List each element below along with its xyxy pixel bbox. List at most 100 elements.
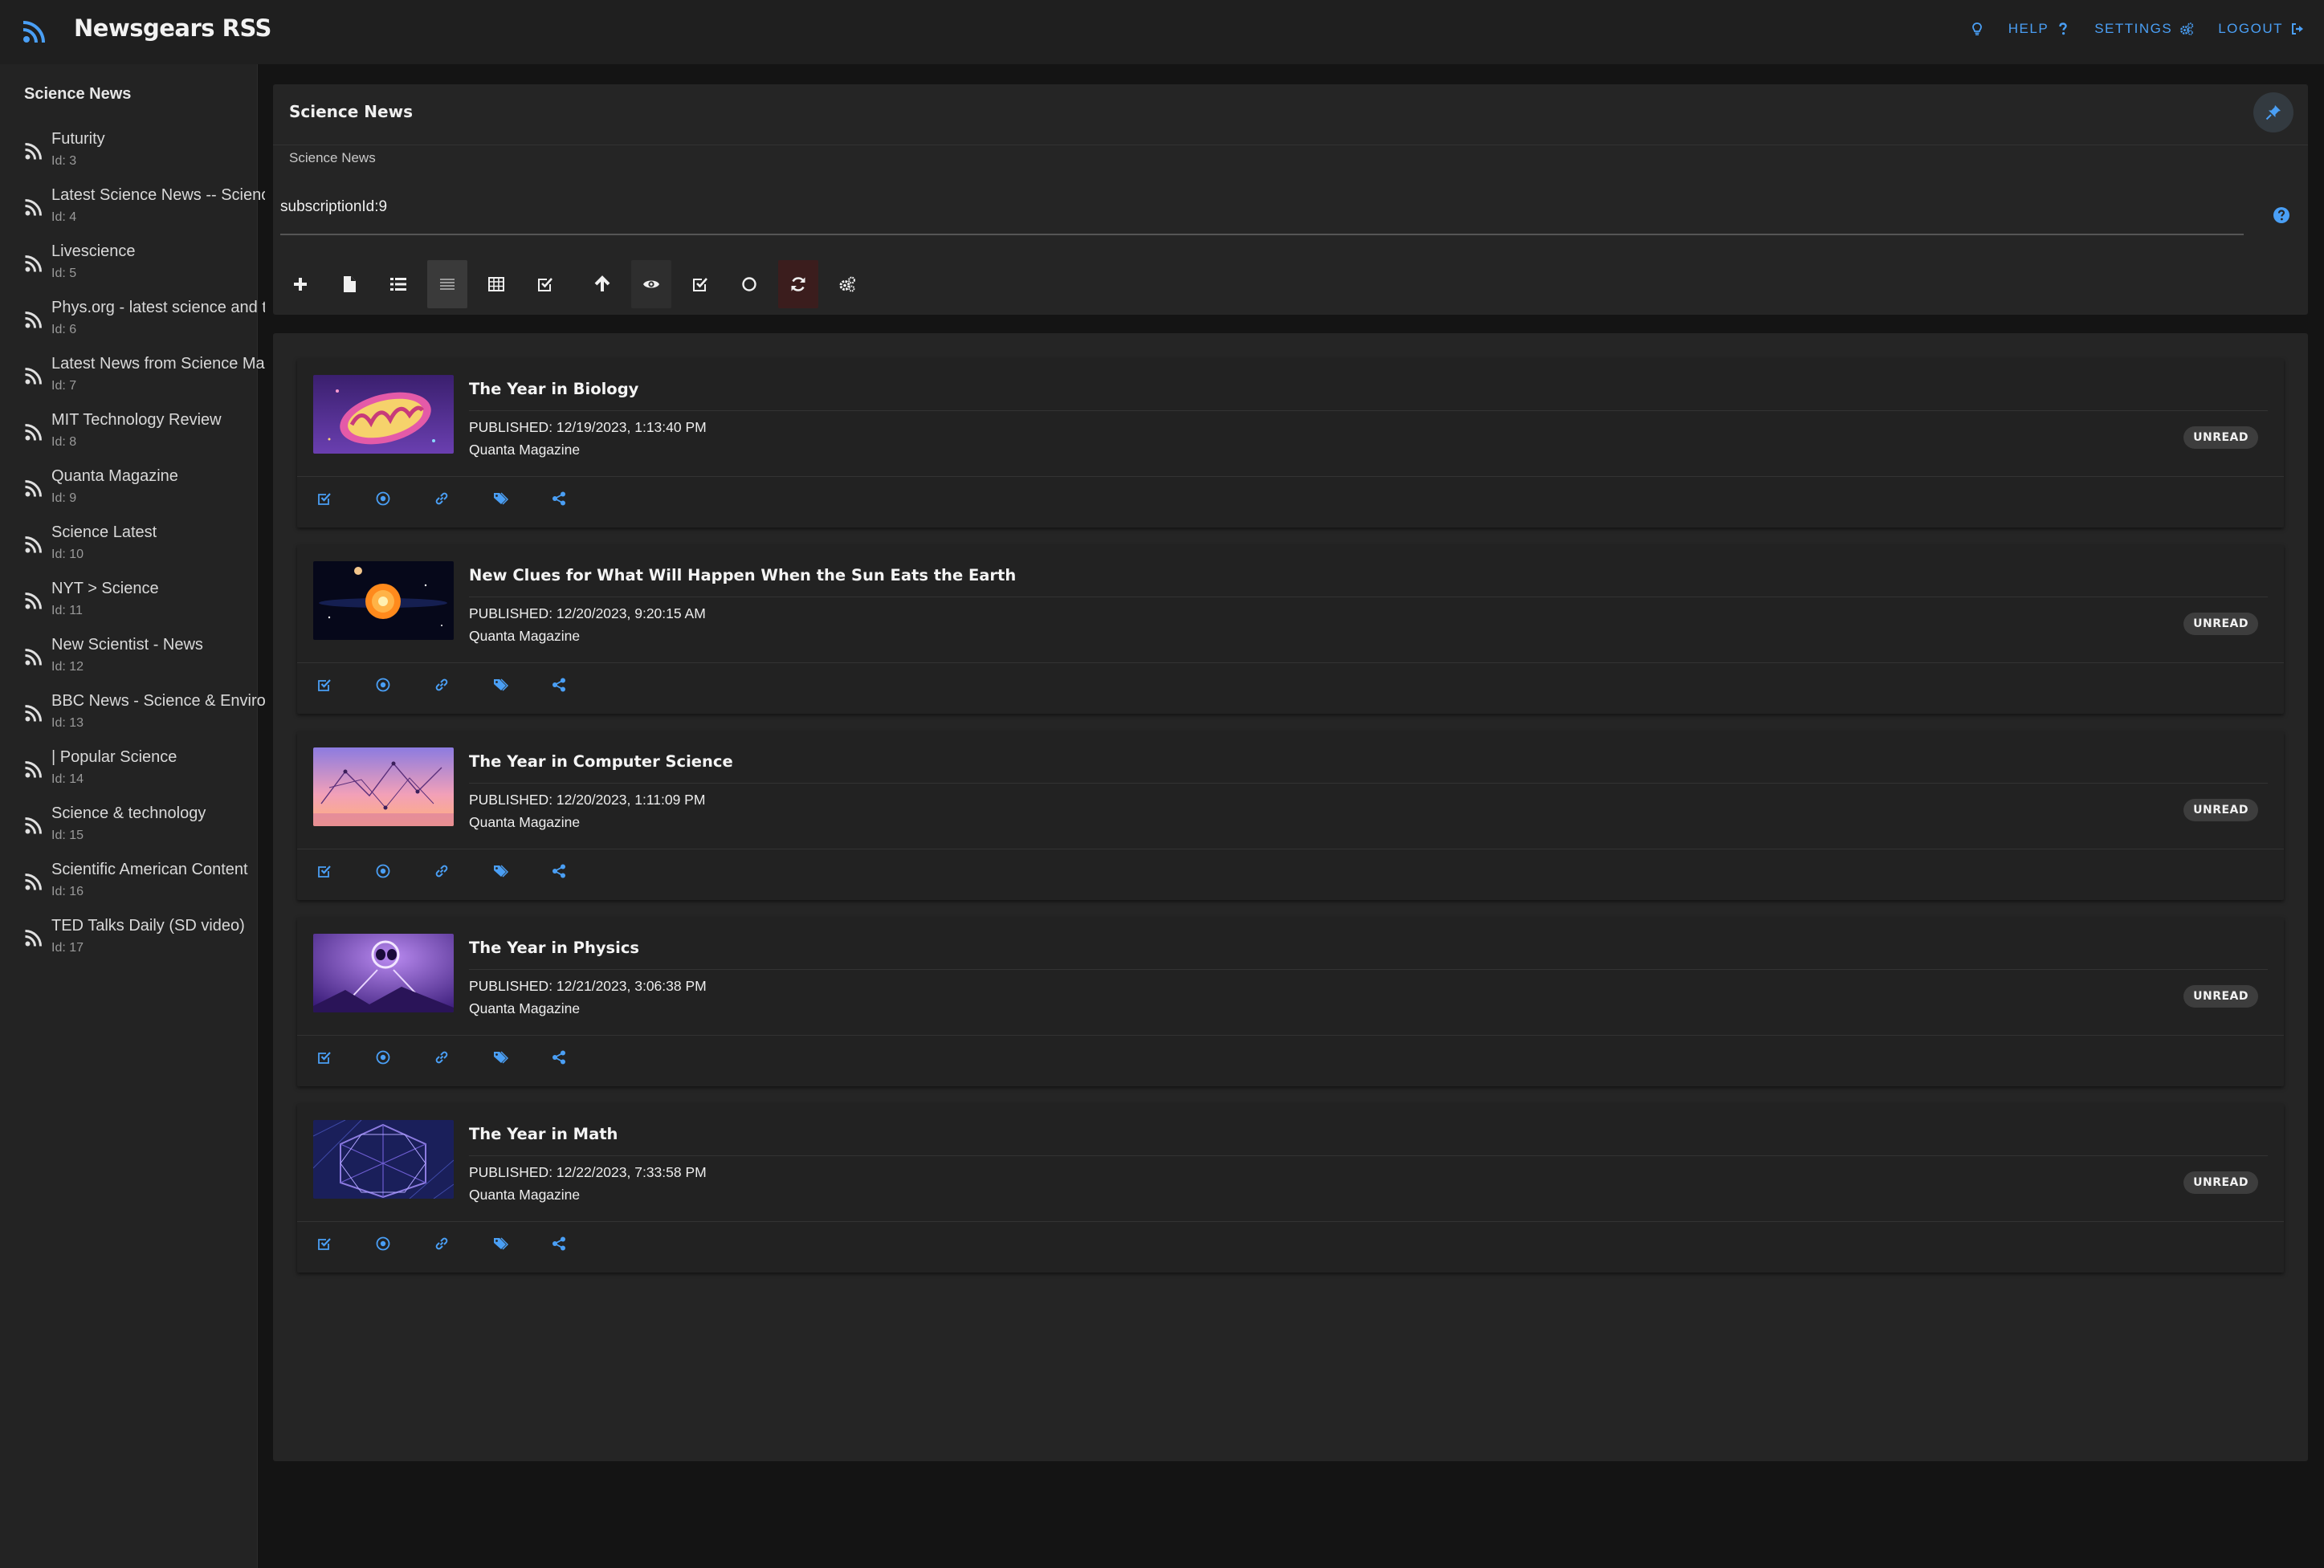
mark-read-button[interactable]: [316, 1236, 332, 1252]
sidebar-feed-item[interactable]: Futurity Id: 3: [24, 130, 241, 186]
open-link-button[interactable]: [434, 677, 450, 693]
feed-name: Science & technology: [51, 804, 206, 822]
article-published: PUBLISHED: 12/20/2023, 9:20:15 AM: [469, 605, 706, 621]
settings-link[interactable]: SETTINGS: [2094, 21, 2194, 37]
article-list: The Year in Biology PUBLISHED: 12/19/2023…: [273, 333, 2308, 1461]
feed-id: Id: 4: [51, 210, 77, 224]
feed-id: Id: 14: [51, 772, 84, 786]
table-view-button[interactable]: [476, 260, 516, 308]
sidebar-feed-item[interactable]: Science & technology Id: 15: [24, 804, 241, 861]
list-view-button[interactable]: [378, 260, 418, 308]
search-query-input[interactable]: subscriptionId:9: [280, 189, 2244, 235]
mark-read-button[interactable]: [316, 863, 332, 879]
open-link-button[interactable]: [434, 1049, 450, 1065]
scroll-top-button[interactable]: [582, 260, 622, 308]
refresh-button[interactable]: [778, 260, 818, 308]
article-thumbnail[interactable]: [313, 375, 454, 454]
mark-read-button[interactable]: [316, 491, 332, 507]
article-title[interactable]: The Year in Physics: [469, 939, 639, 957]
sidebar-feed-item[interactable]: Phys.org - latest science and technology…: [24, 299, 265, 355]
mark-read-button[interactable]: [316, 677, 332, 693]
article-title[interactable]: The Year in Biology: [469, 380, 638, 398]
breadcrumb[interactable]: Science News: [289, 150, 376, 166]
tags-icon: [492, 677, 508, 693]
app-title[interactable]: Newsgears RSS: [74, 14, 271, 42]
feed-settings-button[interactable]: [827, 260, 867, 308]
add-button[interactable]: [280, 260, 320, 308]
sidebar-feed-item[interactable]: Livescience Id: 5: [24, 242, 241, 299]
link-icon: [434, 1049, 450, 1065]
mark-unread-button[interactable]: [375, 677, 391, 693]
tags-button[interactable]: [492, 1049, 508, 1065]
rss-icon: [24, 816, 43, 835]
open-link-button[interactable]: [434, 1236, 450, 1252]
rss-icon: [24, 141, 43, 161]
sidebar-feed-item[interactable]: Latest News from Science Magazine Id: 7: [24, 355, 265, 411]
article-thumbnail[interactable]: [313, 1120, 454, 1199]
article-thumbnail[interactable]: [313, 561, 454, 640]
rss-icon: [24, 310, 43, 329]
mark-unread-button[interactable]: [375, 491, 391, 507]
new-document-button[interactable]: [329, 260, 369, 308]
share-alt-icon: [551, 677, 567, 693]
tips-button[interactable]: [1970, 22, 1984, 36]
feed-id: Id: 10: [51, 548, 84, 561]
tags-button[interactable]: [492, 491, 508, 507]
sidebar-feed-item[interactable]: Latest Science News -- ScienceDaily Id: 4: [24, 186, 265, 242]
dot-circle-icon: [375, 1236, 391, 1252]
feed-name: New Scientist - News: [51, 636, 203, 654]
status-badge: UNREAD: [2183, 426, 2258, 449]
link-icon: [434, 491, 450, 507]
feed-name: Quanta Magazine: [51, 467, 178, 485]
dot-circle-icon: [375, 491, 391, 507]
compact-list-icon: [440, 279, 455, 290]
mark-unread-button[interactable]: [729, 260, 769, 308]
sidebar-feed-item[interactable]: Quanta Magazine Id: 9: [24, 467, 241, 523]
feed-name: Science Latest: [51, 523, 157, 541]
share-button[interactable]: [551, 491, 567, 507]
sidebar-feed-item[interactable]: NYT > Science Id: 11: [24, 580, 241, 636]
mark-unread-button[interactable]: [375, 1049, 391, 1065]
tags-button[interactable]: [492, 1236, 508, 1252]
sidebar-feed-item[interactable]: New Scientist - News Id: 12: [24, 636, 241, 692]
sidebar-feed-item[interactable]: Scientific American Content Id: 16: [24, 861, 248, 917]
share-button[interactable]: [551, 677, 567, 693]
mark-all-read-button[interactable]: [680, 260, 720, 308]
help-link[interactable]: HELP: [2008, 21, 2070, 37]
mark-read-button[interactable]: [316, 1049, 332, 1065]
question-circle-icon[interactable]: [2273, 206, 2290, 224]
mark-unread-button[interactable]: [375, 863, 391, 879]
tags-button[interactable]: [492, 677, 508, 693]
rss-icon: [24, 422, 43, 442]
article-title[interactable]: The Year in Math: [469, 1125, 618, 1143]
open-link-button[interactable]: [434, 491, 450, 507]
file-icon: [344, 276, 356, 292]
article-title[interactable]: The Year in Computer Science: [469, 752, 733, 771]
rss-icon[interactable]: [22, 19, 47, 43]
status-badge: UNREAD: [2183, 799, 2258, 821]
show-read-button[interactable]: [631, 260, 671, 308]
sidebar-feed-item[interactable]: MIT Technology Review Id: 8: [24, 411, 241, 467]
article-thumbnail[interactable]: [313, 934, 454, 1012]
collapse-button[interactable]: [2253, 92, 2293, 132]
sidebar-feed-item[interactable]: BBC News - Science & Environment Id: 13: [24, 692, 265, 748]
compact-view-button[interactable]: [427, 260, 467, 308]
sidebar-feed-item[interactable]: TED Talks Daily (SD video) Id: 17: [24, 917, 245, 973]
status-badge: UNREAD: [2183, 613, 2258, 635]
sidebar-feed-item[interactable]: | Popular Science Id: 14: [24, 748, 241, 804]
share-button[interactable]: [551, 1236, 567, 1252]
share-button[interactable]: [551, 1049, 567, 1065]
check-square-icon: [316, 1236, 332, 1252]
share-button[interactable]: [551, 863, 567, 879]
refresh-icon: [791, 277, 805, 291]
logout-link[interactable]: LOGOUT: [2218, 21, 2305, 37]
mark-unread-button[interactable]: [375, 1236, 391, 1252]
select-all-button[interactable]: [525, 260, 565, 308]
tags-button[interactable]: [492, 863, 508, 879]
article-thumbnail[interactable]: [313, 747, 454, 826]
sidebar-feed-item[interactable]: Science Latest Id: 10: [24, 523, 241, 580]
open-link-button[interactable]: [434, 863, 450, 879]
feed-id: Id: 6: [51, 323, 77, 336]
feed-id: Id: 15: [51, 829, 84, 842]
article-title[interactable]: New Clues for What Will Happen When the …: [469, 566, 1016, 584]
